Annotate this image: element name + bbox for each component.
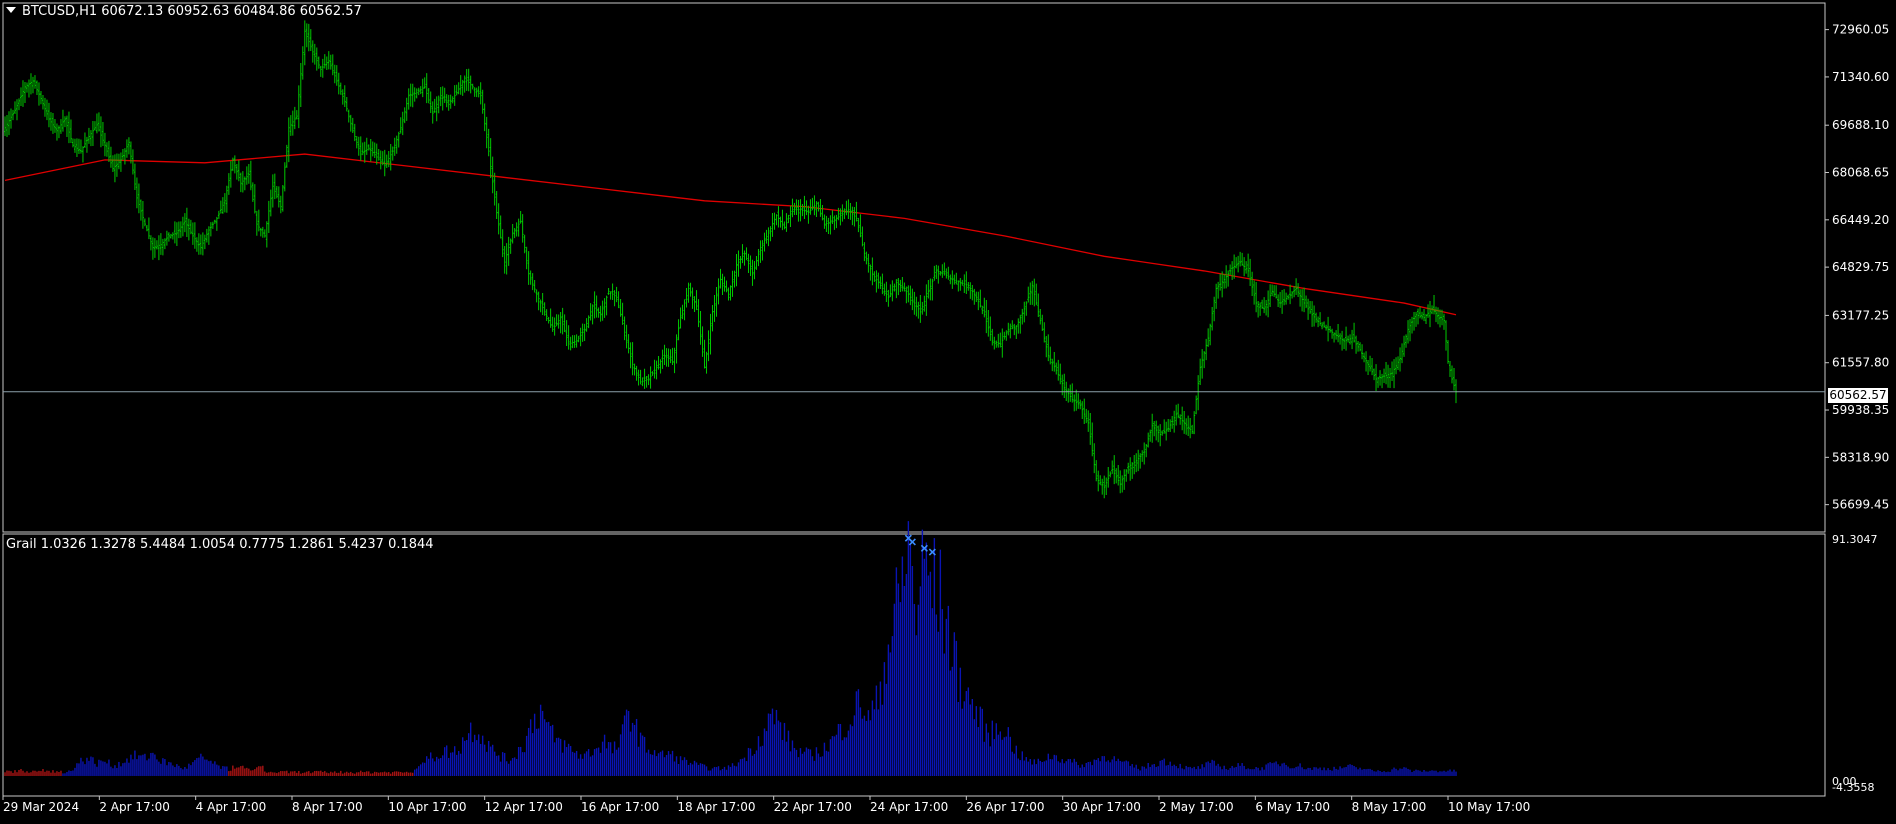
price-tick-label: 68068.65 [1832, 166, 1889, 180]
price-tick-label: 72960.05 [1832, 23, 1889, 37]
dropdown-triangle-icon[interactable] [6, 7, 16, 13]
time-tick-label: 29 Mar 2024 [3, 800, 79, 814]
chart-canvas[interactable]: 72960.05 71340.60 69688.10 68068.65 66449.20… [0, 0, 1896, 820]
time-tick-label: 24 Apr 17:00 [870, 800, 948, 814]
indicator-pane-header: Grail 1.0326 1.3278 5.4484 1.0054 0.7775… [6, 537, 434, 552]
time-tick-label: 16 Apr 17:00 [581, 800, 659, 814]
price-tick-label: 56699.45 [1832, 498, 1889, 512]
indicator-tick-label: 91.3047 [1832, 533, 1878, 546]
indicator-tick-label: -4.3558 [1832, 781, 1874, 794]
symbol-ohlc-label: BTCUSD,H1 60672.13 60952.63 60484.86 605… [22, 4, 362, 19]
price-tick-label: 64829.75 [1832, 260, 1889, 274]
time-tick-label: 6 May 17:00 [1255, 800, 1330, 814]
price-tick-label: 63177.25 [1832, 308, 1889, 322]
time-tick-label: 18 Apr 17:00 [677, 800, 755, 814]
terminal-chart-window: 72960.05 71340.60 69688.10 68068.65 66449.20… [0, 0, 1896, 820]
price-tick-label: 71340.60 [1832, 70, 1889, 84]
time-tick-label: 22 Apr 17:00 [774, 800, 852, 814]
last-price-label: 60562.57 [1828, 388, 1888, 403]
price-pane-header: BTCUSD,H1 60672.13 60952.63 60484.86 605… [6, 5, 362, 19]
time-tick-label: 10 May 17:00 [1448, 800, 1530, 814]
price-tick-label: 69688.10 [1832, 118, 1889, 132]
time-tick-label: 8 May 17:00 [1352, 800, 1427, 814]
time-tick-label: 2 Apr 17:00 [99, 800, 170, 814]
time-tick-label: 10 Apr 17:00 [388, 800, 466, 814]
time-tick-label: 12 Apr 17:00 [485, 800, 563, 814]
time-tick-label: 30 Apr 17:00 [1063, 800, 1141, 814]
time-tick-label: 26 Apr 17:00 [966, 800, 1044, 814]
price-tick-label: 61557.80 [1832, 356, 1889, 370]
time-tick-label: 4 Apr 17:00 [196, 800, 267, 814]
price-tick-label: 59938.35 [1832, 403, 1889, 417]
time-tick-label: 2 May 17:00 [1159, 800, 1234, 814]
time-tick-label: 8 Apr 17:00 [292, 800, 363, 814]
price-tick-label: 66449.20 [1832, 213, 1889, 227]
price-tick-label: 58318.90 [1832, 450, 1889, 464]
